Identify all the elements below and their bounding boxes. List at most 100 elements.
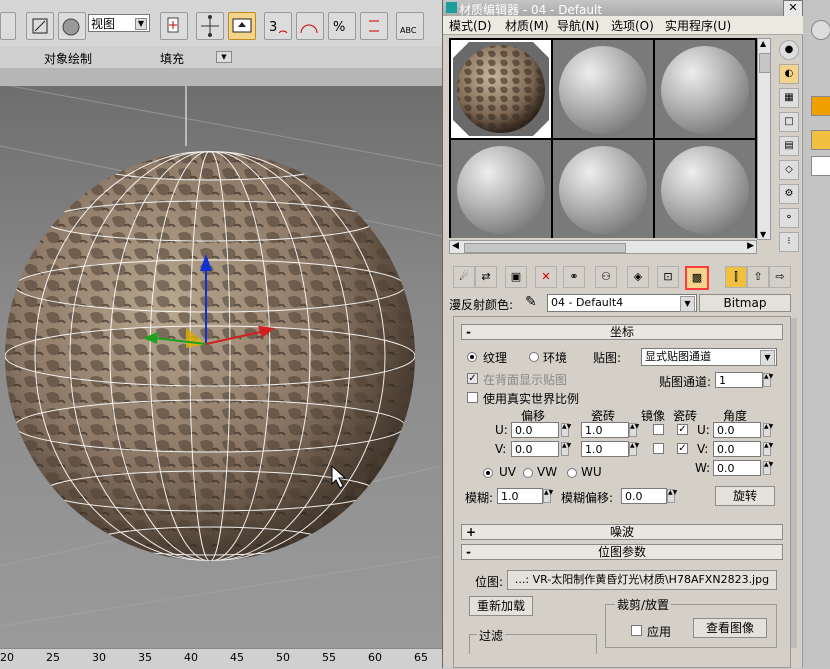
sample-slot-3[interactable] xyxy=(655,40,755,138)
show-map-in-viewport-icon[interactable]: ▩ xyxy=(685,266,709,290)
render-icon[interactable] xyxy=(811,20,830,40)
go-to-parent-icon[interactable]: ⇧ xyxy=(747,266,769,288)
u-mirror-checkbox[interactable] xyxy=(653,424,664,435)
backlight-icon[interactable]: ◐ xyxy=(779,64,799,84)
w-angle-field[interactable]: 0.0 xyxy=(713,460,761,476)
v-tiling-spinner[interactable]: ▲▼ xyxy=(629,442,639,456)
v-tiling-field[interactable]: 1.0 xyxy=(581,441,629,457)
noise-rollout-header[interactable]: + 噪波 xyxy=(461,524,783,540)
sample-slot-4[interactable] xyxy=(451,140,551,238)
snap-toggle-button[interactable]: 3 xyxy=(264,12,292,40)
go-forward-to-sibling-icon[interactable]: ⇨ xyxy=(769,266,791,288)
fill-tab[interactable]: 填充 xyxy=(160,50,184,67)
scroll-left-icon[interactable]: ◀ xyxy=(452,241,459,251)
close-icon[interactable]: ✕ xyxy=(783,0,803,17)
u-tiling-spinner[interactable]: ▲▼ xyxy=(629,423,639,437)
background-icon[interactable]: ▦ xyxy=(779,88,799,108)
menu-navigation[interactable]: 导航(N) xyxy=(557,17,599,34)
sample-slot-6[interactable] xyxy=(655,140,755,238)
perspective-viewport[interactable] xyxy=(0,86,442,648)
reference-coordinate-select[interactable]: 视图 ▼ xyxy=(88,14,150,32)
u-angle-spinner[interactable]: ▲▼ xyxy=(763,423,773,437)
sample-slot-5[interactable] xyxy=(553,140,653,238)
v-angle-spinner[interactable]: ▲▼ xyxy=(763,442,773,456)
toolbar-button-rotate[interactable] xyxy=(0,12,16,40)
scroll-down-icon[interactable]: ▼ xyxy=(760,230,766,239)
create-tab-icon[interactable] xyxy=(811,96,830,116)
menu-utilities[interactable]: 实用程序(U) xyxy=(665,17,731,34)
wu-radio[interactable] xyxy=(567,468,577,478)
reset-map-icon[interactable]: ✕ xyxy=(535,266,557,288)
put-to-scene-icon[interactable]: ⇄ xyxy=(475,266,497,288)
scroll-thumb[interactable] xyxy=(464,243,626,253)
u-tile-checkbox[interactable]: ✓ xyxy=(677,424,688,435)
sample-type-icon[interactable]: ● xyxy=(779,40,799,60)
sample-uv-tiling-icon[interactable]: □ xyxy=(779,112,799,132)
environ-radio[interactable] xyxy=(529,352,539,362)
sample-slot-2[interactable] xyxy=(553,40,653,138)
scale-tool-button[interactable] xyxy=(26,12,54,40)
pivot-tool-button[interactable] xyxy=(160,12,188,40)
window-titlebar[interactable]: 材质编辑器 - 04 - Default ✕ xyxy=(443,0,803,17)
sphere-tool-button[interactable] xyxy=(58,12,86,40)
chevron-down-icon[interactable]: ▼ xyxy=(680,296,695,312)
bitmap-path-button[interactable]: ...: VR-太阳制作黄昏灯光\材质\H78AFXN2823.jpg xyxy=(507,570,777,590)
blur-offset-spinner[interactable]: ▲▼ xyxy=(667,489,677,503)
ribbon-dropdown-icon[interactable]: ▼ xyxy=(216,51,232,63)
u-offset-spinner[interactable]: ▲▼ xyxy=(561,423,571,437)
w-angle-spinner[interactable]: ▲▼ xyxy=(763,461,773,475)
blur-spinner[interactable]: ▲▼ xyxy=(543,489,553,503)
v-angle-field[interactable]: 0.0 xyxy=(713,441,761,457)
video-color-check-icon[interactable]: ▤ xyxy=(779,136,799,156)
select-by-material-icon[interactable]: ⚬ xyxy=(779,208,799,228)
object-color-swatch[interactable] xyxy=(811,156,830,176)
map-channel-spinner[interactable]: ▲▼ xyxy=(763,373,773,387)
texture-radio[interactable] xyxy=(467,352,477,362)
material-id-channel-icon[interactable]: ◈ xyxy=(627,266,649,288)
apply-checkbox[interactable] xyxy=(631,625,642,636)
slots-vertical-scrollbar[interactable]: ▲ ▼ xyxy=(757,38,771,240)
slots-horizontal-scrollbar[interactable]: ◀ ▶ xyxy=(449,240,757,254)
make-unique-icon[interactable]: ⚭ xyxy=(563,266,585,288)
mapping-select[interactable]: 显式贴图通道 ▼ xyxy=(641,348,777,366)
show-map-on-back-checkbox[interactable]: ✓ xyxy=(467,373,478,384)
u-offset-field[interactable]: 0.0 xyxy=(511,422,559,438)
material-map-navigator-icon[interactable]: ⁝ xyxy=(779,232,799,252)
material-name-field[interactable]: 04 - Default4 ▼ xyxy=(547,294,697,312)
chevron-down-icon[interactable]: ▼ xyxy=(760,350,775,366)
time-ruler[interactable]: 20253035404550556065707580859095100 xyxy=(0,648,757,669)
rotate-button[interactable]: 旋转 xyxy=(715,486,775,506)
uv-radio[interactable] xyxy=(483,468,493,478)
real-world-scale-checkbox[interactable] xyxy=(467,392,478,403)
show-shaded-material-icon[interactable]: ⊡ xyxy=(657,266,679,288)
v-offset-field[interactable]: 0.0 xyxy=(511,441,559,457)
scroll-up-icon[interactable]: ▲ xyxy=(760,39,766,48)
modify-tab-icon[interactable] xyxy=(811,130,830,150)
eyedropper-icon[interactable]: ✎ xyxy=(525,294,537,310)
show-end-result-icon[interactable]: ⫿ xyxy=(725,266,747,288)
percent-snap-button[interactable]: % xyxy=(328,12,356,40)
put-to-library-icon[interactable]: ⚇ xyxy=(595,266,617,288)
menu-options[interactable]: 选项(O) xyxy=(611,17,654,34)
v-mirror-checkbox[interactable] xyxy=(653,443,664,454)
map-channel-field[interactable]: 1 xyxy=(715,372,763,388)
angle-snap-button[interactable] xyxy=(296,12,324,40)
options-icon[interactable]: ⚙ xyxy=(779,184,799,204)
blur-field[interactable]: 1.0 xyxy=(497,488,543,504)
v-tile-checkbox[interactable]: ✓ xyxy=(677,443,688,454)
sample-slot-1[interactable] xyxy=(451,40,551,138)
make-preview-icon[interactable]: ◇ xyxy=(779,160,799,180)
menu-mode[interactable]: 模式(D) xyxy=(449,17,492,34)
spinner-snap-button[interactable] xyxy=(360,12,388,40)
scroll-thumb[interactable] xyxy=(759,53,771,73)
parameters-scrollbar[interactable] xyxy=(791,318,797,648)
view-image-button[interactable]: 查看图像 xyxy=(693,618,767,638)
textured-sphere[interactable] xyxy=(5,151,415,561)
assign-material-icon[interactable]: ▣ xyxy=(505,266,527,288)
reload-button[interactable]: 重新加载 xyxy=(469,596,533,616)
edit-named-selection-button[interactable]: ABC xyxy=(396,12,424,40)
menu-material[interactable]: 材质(M) xyxy=(505,17,549,34)
object-paint-tab[interactable]: 对象绘制 xyxy=(44,50,92,67)
u-angle-field[interactable]: 0.0 xyxy=(713,422,761,438)
select-and-link-button[interactable] xyxy=(196,12,224,40)
